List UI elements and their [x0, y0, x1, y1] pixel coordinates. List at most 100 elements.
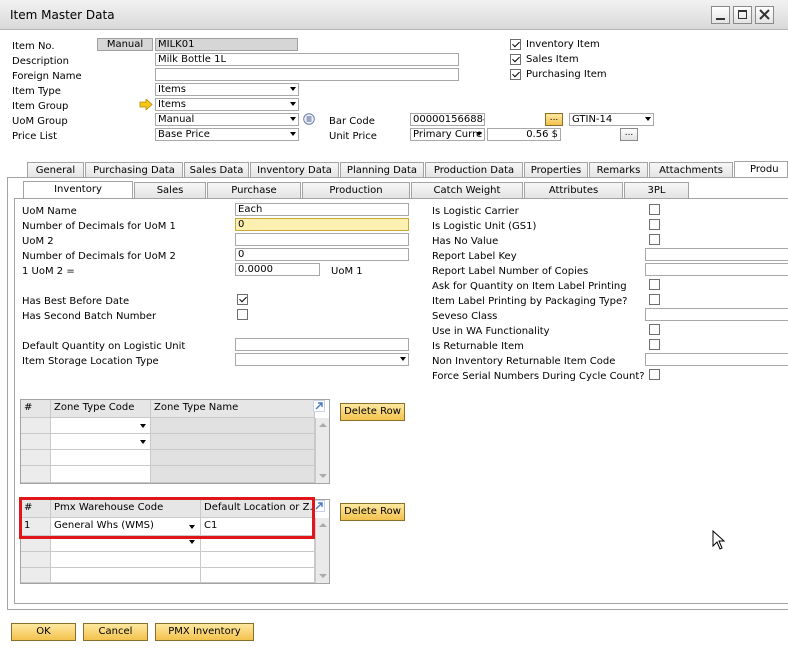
- description-field[interactable]: Milk Bottle 1L: [155, 53, 459, 66]
- label-printing-by-pkg-checkbox[interactable]: [649, 294, 660, 305]
- no-value-checkbox[interactable]: [649, 234, 660, 245]
- report-label-key-field[interactable]: [645, 248, 788, 261]
- foreign-name-field[interactable]: [155, 68, 459, 81]
- table-row[interactable]: [21, 418, 51, 434]
- link-arrow-icon[interactable]: [139, 99, 153, 110]
- pmx-inventory-button[interactable]: PMX Inventory: [155, 623, 254, 641]
- unit-price-field[interactable]: 0.56 $: [487, 128, 561, 141]
- force-serial-label: Force Serial Numbers During Cycle Count?: [432, 371, 645, 382]
- uom-name-field[interactable]: Each: [235, 203, 409, 216]
- seveso-class-field[interactable]: [645, 308, 788, 321]
- inventory-item-checkbox[interactable]: [510, 39, 521, 50]
- chevron-down-icon: [400, 357, 406, 361]
- wh-location-cell[interactable]: [201, 568, 315, 583]
- unit-price-browse-button[interactable]: ...: [620, 128, 638, 141]
- gtin-select[interactable]: GTIN-14: [569, 113, 654, 126]
- bar-code-field[interactable]: 00000156688473: [410, 113, 485, 126]
- tab-general[interactable]: General: [27, 162, 84, 178]
- non-inventory-returnable-field[interactable]: [645, 353, 788, 366]
- ok-button[interactable]: OK: [11, 623, 76, 641]
- zone-name-cell: [151, 434, 315, 450]
- table-row[interactable]: [21, 568, 51, 583]
- non-inventory-returnable-label: Non Inventory Returnable Item Code: [432, 356, 616, 367]
- subtab-3pl[interactable]: 3PL: [624, 182, 689, 198]
- table-row[interactable]: [21, 466, 51, 483]
- zone-col-code-header[interactable]: Zone Type Code: [51, 400, 151, 418]
- report-label-copies-field[interactable]: [645, 263, 788, 276]
- tab-production-data[interactable]: Production Data: [425, 162, 523, 178]
- tab-produmex[interactable]: Produ: [734, 161, 788, 178]
- bar-code-browse-button[interactable]: ...: [545, 113, 563, 126]
- subtab-attributes[interactable]: Attributes: [524, 182, 623, 198]
- tab-remarks[interactable]: Remarks: [589, 162, 648, 178]
- table-row[interactable]: [21, 552, 51, 568]
- gtin-value: GTIN-14: [572, 114, 613, 125]
- uom-group-select[interactable]: Manual: [155, 113, 299, 126]
- list-icon[interactable]: [303, 113, 315, 125]
- chevron-down-icon: [290, 87, 296, 91]
- zone-grid-scrollbar[interactable]: [315, 418, 329, 483]
- logistic-unit-checkbox[interactable]: [649, 219, 660, 230]
- subtab-sales[interactable]: Sales: [134, 182, 206, 198]
- warehouse-grid-scrollbar[interactable]: [315, 518, 329, 583]
- window-title: Item Master Data: [10, 8, 115, 22]
- unit-price-currency-select[interactable]: Primary Curre: [410, 128, 485, 141]
- uom-ratio-label: 1 UoM 2 =: [22, 266, 75, 277]
- tab-attachments[interactable]: Attachments: [649, 162, 733, 178]
- zone-code-cell[interactable]: [51, 466, 151, 483]
- default-qty-field[interactable]: [235, 338, 409, 351]
- uom-ratio-field[interactable]: 0.0000: [235, 263, 320, 276]
- unit-price-currency-value: Primary Curre: [413, 129, 483, 140]
- close-button[interactable]: [755, 6, 774, 24]
- table-row[interactable]: [21, 450, 51, 466]
- subtab-inventory[interactable]: Inventory: [23, 181, 133, 198]
- zone-col-num-header[interactable]: #: [21, 400, 51, 418]
- cancel-button[interactable]: Cancel: [83, 623, 148, 641]
- zone-code-cell[interactable]: [51, 450, 151, 466]
- maximize-button[interactable]: [733, 6, 752, 24]
- storage-type-select[interactable]: [235, 353, 409, 366]
- decimals-uom2-field[interactable]: 0: [235, 248, 409, 261]
- zone-code-cell[interactable]: [51, 418, 151, 434]
- subtab-production[interactable]: Production: [302, 182, 410, 198]
- subtab-catch-weight[interactable]: Catch Weight: [411, 182, 523, 198]
- item-type-select[interactable]: Items: [155, 83, 299, 96]
- item-group-select[interactable]: Items: [155, 98, 299, 111]
- chevron-down-icon: [290, 102, 296, 106]
- default-qty-label: Default Quantity on Logistic Unit: [22, 341, 186, 352]
- warehouse-delete-row-button[interactable]: Delete Row: [340, 503, 405, 521]
- decimals-uom1-field[interactable]: 0: [235, 218, 409, 231]
- zone-col-name-header[interactable]: Zone Type Name: [151, 400, 315, 418]
- ask-qty-label-printing-checkbox[interactable]: [649, 279, 660, 290]
- table-row[interactable]: [21, 434, 51, 450]
- price-list-select[interactable]: Base Price: [155, 128, 299, 141]
- zone-delete-row-button[interactable]: Delete Row: [340, 403, 405, 421]
- minimize-button[interactable]: [711, 6, 730, 24]
- logistic-carrier-checkbox[interactable]: [649, 204, 660, 215]
- best-before-checkbox[interactable]: [237, 294, 248, 305]
- is-returnable-label: Is Returnable Item: [432, 341, 524, 352]
- tab-purchasing-data[interactable]: Purchasing Data: [85, 162, 183, 178]
- uom2-field[interactable]: [235, 233, 409, 246]
- second-batch-checkbox[interactable]: [237, 309, 248, 320]
- item-no-series-select[interactable]: Manual: [97, 38, 153, 51]
- zone-code-cell[interactable]: [51, 434, 151, 450]
- storage-type-label: Item Storage Location Type: [22, 356, 159, 367]
- use-in-wa-checkbox[interactable]: [649, 324, 660, 335]
- wh-location-cell[interactable]: [201, 552, 315, 568]
- is-returnable-checkbox[interactable]: [649, 339, 660, 350]
- tab-planning-data[interactable]: Planning Data: [340, 162, 424, 178]
- expand-icon[interactable]: [313, 400, 325, 412]
- tab-inventory-data[interactable]: Inventory Data: [250, 162, 339, 178]
- item-no-field[interactable]: MILK01: [155, 38, 298, 51]
- force-serial-checkbox[interactable]: [649, 369, 660, 380]
- tab-sales-data[interactable]: Sales Data: [184, 162, 249, 178]
- tab-properties[interactable]: Properties: [524, 162, 588, 178]
- zone-name-cell: [151, 418, 315, 434]
- wh-code-cell[interactable]: [51, 552, 201, 568]
- sales-item-checkbox[interactable]: [510, 54, 521, 65]
- subtab-purchase[interactable]: Purchase: [207, 182, 301, 198]
- wh-code-cell[interactable]: [51, 568, 201, 583]
- item-type-value: Items: [158, 84, 186, 95]
- purchasing-item-checkbox[interactable]: [510, 69, 521, 80]
